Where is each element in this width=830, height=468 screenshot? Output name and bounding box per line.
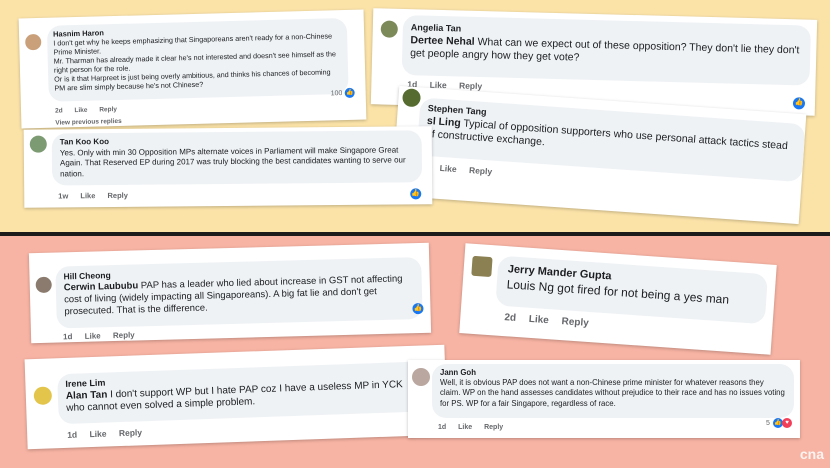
reply-button[interactable]: Reply <box>99 106 117 113</box>
reply-button[interactable]: Reply <box>484 424 503 431</box>
avatar[interactable] <box>380 20 399 38</box>
comment-bubble: Hasnim Haron I don't get why he keeps em… <box>46 17 349 102</box>
reply-button[interactable]: Reply <box>561 316 589 329</box>
mentioned-user[interactable]: Dertee Nehal <box>410 34 474 48</box>
reply-button[interactable]: Reply <box>469 165 493 177</box>
comment-actions: 1d Like Reply <box>67 427 152 440</box>
comment-actions: 1d Like Reply <box>438 424 513 431</box>
comment-bubble: Irene Lim Alan Tan I don't support WP bu… <box>57 361 429 425</box>
reaction-count[interactable]: 100 <box>331 90 343 97</box>
comment-actions: 1w Like Reply <box>58 191 138 201</box>
like-reaction-icon: 👍 <box>792 97 806 110</box>
like-reaction-icon: 👍 <box>410 188 422 200</box>
like-button[interactable]: Like <box>89 429 106 440</box>
avatar[interactable] <box>33 386 53 406</box>
reply-button[interactable]: Reply <box>113 331 135 341</box>
reply-button[interactable]: Reply <box>119 427 142 438</box>
timestamp: 1d <box>67 429 78 440</box>
comment-bubble: Jann Goh Well, it is obvious PAP does no… <box>432 364 794 418</box>
mentioned-user[interactable]: Alan Tan <box>66 389 108 401</box>
commenter-name[interactable]: Jann Goh <box>440 368 786 378</box>
like-button[interactable]: Like <box>439 163 457 174</box>
comment-bubble: Tan Koo Koo Yes. Only with min 30 Opposi… <box>51 130 423 186</box>
reply-button[interactable]: Reply <box>107 191 128 200</box>
like-button[interactable]: Like <box>85 331 101 340</box>
comment-actions: Like Reply <box>439 163 502 177</box>
avatar[interactable] <box>401 88 422 108</box>
avatar[interactable] <box>35 276 52 294</box>
comment-card-hill: Hill Cheong Cerwin Laububu PAP has a lea… <box>28 242 432 344</box>
mentioned-user[interactable]: sl Ling <box>427 115 462 129</box>
comment-card-jann: Jann Goh Well, it is obvious PAP does no… <box>408 360 800 438</box>
timestamp: 2d <box>504 312 517 324</box>
mentioned-user[interactable]: Cerwin Laububu <box>64 280 139 293</box>
like-reaction-icon: 👍 <box>412 302 424 315</box>
comment-card-tankoo: Tan Koo Koo Yes. Only with min 30 Opposi… <box>23 126 433 208</box>
view-previous-replies-link[interactable]: View previous replies <box>55 118 122 127</box>
reaction-count[interactable]: 5 <box>766 420 770 427</box>
comment-card-irene: Irene Lim Alan Tan I don't support WP bu… <box>24 344 448 450</box>
avatar[interactable] <box>29 135 47 153</box>
like-reaction-icon: 👍 <box>344 87 355 99</box>
comment-actions: 2d Like Reply <box>504 312 599 330</box>
like-button[interactable]: Like <box>80 191 95 200</box>
comment-actions: 2d Like Reply <box>55 106 127 115</box>
like-button[interactable]: Like <box>458 424 472 431</box>
comment-card-hasnim: Hasnim Haron I don't get why he keeps em… <box>18 9 367 129</box>
comment-bubble: Hill Cheong Cerwin Laububu PAP has a lea… <box>55 256 423 329</box>
love-reaction-icon: ♥ <box>782 418 792 428</box>
comment-text: Yes. Only with min 30 Opposition MPs alt… <box>59 145 406 178</box>
avatar[interactable] <box>471 255 493 278</box>
timestamp: 1d <box>438 424 447 431</box>
comment-actions: 1d Like Reply <box>62 330 145 342</box>
comment-bubble: Angelia Tan Dertee Nehal What can we exp… <box>401 14 812 86</box>
cna-logo: cna <box>799 446 824 462</box>
avatar[interactable] <box>25 33 42 51</box>
avatar[interactable] <box>412 368 430 386</box>
timestamp: 2d <box>54 107 63 115</box>
timestamp: 1d <box>62 332 73 342</box>
comment-text: Well, it is obvious PAP does not want a … <box>440 378 785 408</box>
like-button[interactable]: Like <box>74 107 87 114</box>
like-button[interactable]: Like <box>528 314 549 326</box>
timestamp: 1w <box>58 191 69 201</box>
